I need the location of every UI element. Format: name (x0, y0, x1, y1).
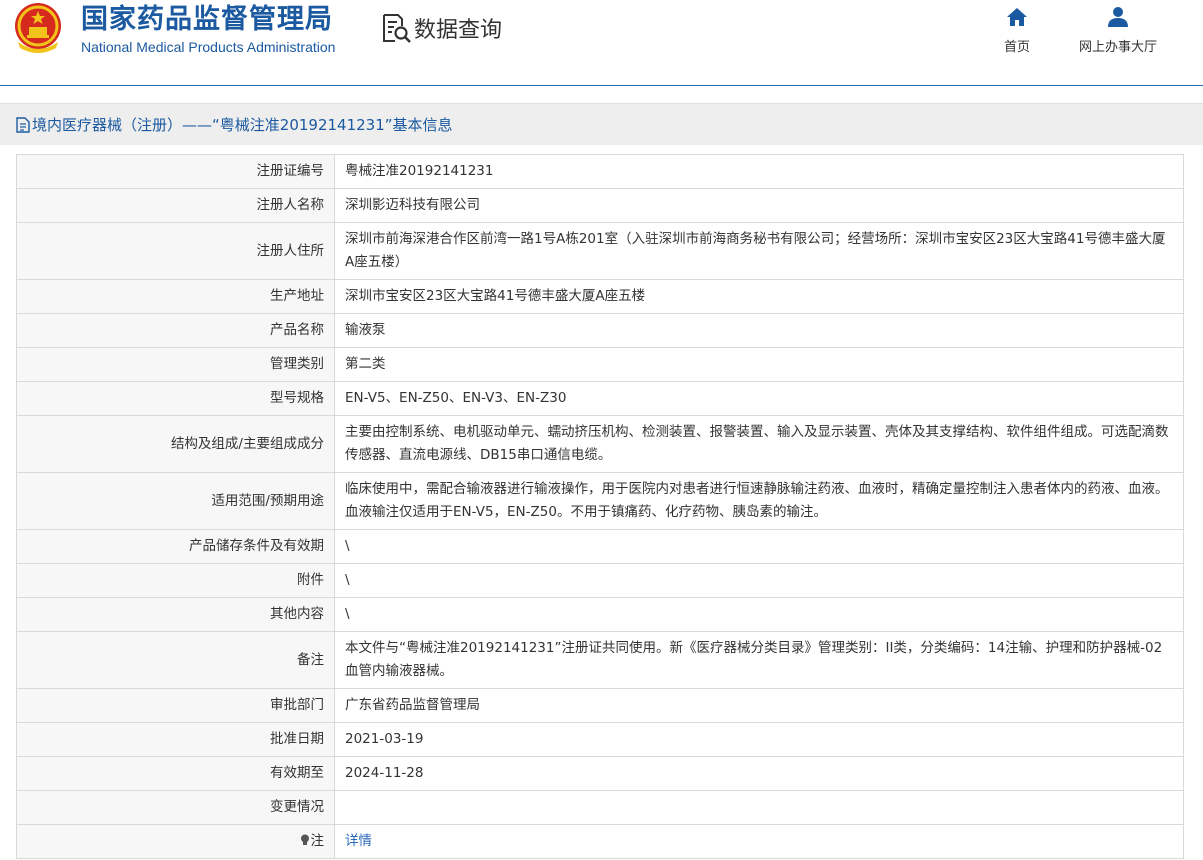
field-value: 广东省药品监督管理局 (334, 688, 1184, 723)
field-label: 结构及组成/主要组成成分 (16, 415, 335, 473)
table-row: 注册人住所 深圳市前海深港合作区前湾一路1号A栋201室（入驻深圳市前海商务秘书有… (16, 222, 1184, 280)
field-label: 有效期至 (16, 756, 335, 791)
table-row: 产品名称 输液泵 (16, 313, 1184, 348)
field-value: 临床使用中，需配合输液器进行输液操作，用于医院内对患者进行恒速静脉输注药液、血液… (334, 472, 1184, 530)
field-label: 批准日期 (16, 722, 335, 757)
field-value: \ (334, 563, 1184, 598)
field-value: 第二类 (334, 347, 1184, 382)
record-title-bar: 境内医疗器械（注册）——“粤械注准20192141231”基本信息 (0, 103, 1203, 145)
table-row: 适用范围/预期用途 临床使用中，需配合输液器进行输液操作，用于医院内对患者进行恒速… (16, 472, 1184, 530)
note-value-cell: 详情 (334, 824, 1184, 859)
field-label: 变更情况 (16, 790, 335, 825)
table-row: 生产地址 深圳市宝安区23区大宝路41号德丰盛大厦A座五楼 (16, 279, 1184, 314)
document-icon (16, 116, 30, 133)
field-value: \ (334, 529, 1184, 564)
bulb-icon (300, 834, 309, 845)
national-emblem-icon (15, 3, 61, 53)
field-label: 备注 (16, 631, 335, 689)
note-label: 注 (310, 833, 325, 849)
field-label: 生产地址 (16, 279, 335, 314)
field-value: 粤械注准20192141231 (334, 154, 1184, 189)
table-row: 备注 本文件与“粤械注准20192141231”注册证共同使用。新《医疗器械分类目… (16, 631, 1184, 689)
field-label: 附件 (16, 563, 335, 598)
data-query-title: 数据查询 (380, 12, 502, 44)
table-row: 注册证编号 粤械注准20192141231 (16, 154, 1184, 189)
field-label: 产品名称 (16, 313, 335, 348)
document-search-icon (383, 14, 411, 43)
field-label: 审批部门 (16, 688, 335, 723)
field-label: 注册人名称 (16, 188, 335, 223)
field-label: 型号规格 (16, 381, 335, 416)
field-value: 2021-03-19 (334, 722, 1184, 757)
data-query-label: 数据查询 (414, 18, 503, 43)
table-row: 结构及组成/主要组成成分 主要由控制系统、电机驱动单元、蠕动挤压机构、检测装置、报… (16, 415, 1184, 473)
field-label: 其他内容 (16, 597, 335, 632)
field-value: 深圳影迈科技有限公司 (334, 188, 1184, 223)
page-title: 境内医疗器械（注册）——“粤械注准20192141231”基本信息 (32, 116, 453, 134)
record-info-table: 注册证编号 粤械注准20192141231 注册人名称 深圳影迈科技有限公司 注册人… (16, 154, 1184, 859)
field-label: 注册人住所 (16, 222, 335, 280)
nav-home-label: 首页 (1003, 40, 1030, 55)
table-row: 审批部门 广东省药品监督管理局 (16, 688, 1184, 723)
site-header: 国家药品监督管理局 National Medical Products Admi… (0, 0, 1203, 86)
field-value: 深圳市前海深港合作区前湾一路1号A栋201室（入驻深圳市前海商务秘书有限公司；经… (334, 222, 1184, 280)
field-value: EN-V5、EN-Z50、EN-V3、EN-Z30 (334, 381, 1184, 416)
details-link[interactable]: 详情 (345, 833, 372, 849)
org-name-cn: 国家药品监督管理局 (81, 4, 333, 35)
table-row: 其他内容 \ (16, 597, 1184, 632)
field-value (334, 790, 1184, 825)
home-icon (1007, 8, 1027, 26)
field-label: 管理类别 (16, 347, 335, 382)
field-value: \ (334, 597, 1184, 632)
table-row: 变更情况 (16, 790, 1184, 825)
table-row: 批准日期 2021-03-19 (16, 722, 1184, 757)
field-label: 注册证编号 (16, 154, 335, 189)
field-label: 适用范围/预期用途 (16, 472, 335, 530)
nav-service-hall-label: 网上办事大厅 (1078, 40, 1157, 55)
table-row: 产品储存条件及有效期 \ (16, 529, 1184, 564)
field-value: 本文件与“粤械注准20192141231”注册证共同使用。新《医疗器械分类目录》… (334, 631, 1184, 689)
table-row: 管理类别 第二类 (16, 347, 1184, 382)
org-name-en: National Medical Products Administration (81, 39, 336, 55)
note-row: 注 详情 (16, 824, 1184, 859)
field-label: 产品储存条件及有效期 (16, 529, 335, 564)
field-value: 2024-11-28 (334, 756, 1184, 791)
user-icon (1108, 7, 1128, 27)
nav-home[interactable]: 首页 (997, 6, 1037, 55)
note-label-cell: 注 (16, 824, 335, 859)
table-row: 有效期至 2024-11-28 (16, 756, 1184, 791)
table-row: 附件 \ (16, 563, 1184, 598)
table-row: 注册人名称 深圳影迈科技有限公司 (16, 188, 1184, 223)
nav-service-hall[interactable]: 网上办事大厅 (1072, 6, 1164, 55)
field-value: 输液泵 (334, 313, 1184, 348)
field-value: 主要由控制系统、电机驱动单元、蠕动挤压机构、检测装置、报警装置、输入及显示装置、… (334, 415, 1184, 473)
field-value: 深圳市宝安区23区大宝路41号德丰盛大厦A座五楼 (334, 279, 1184, 314)
table-row: 型号规格 EN-V5、EN-Z50、EN-V3、EN-Z30 (16, 381, 1184, 416)
